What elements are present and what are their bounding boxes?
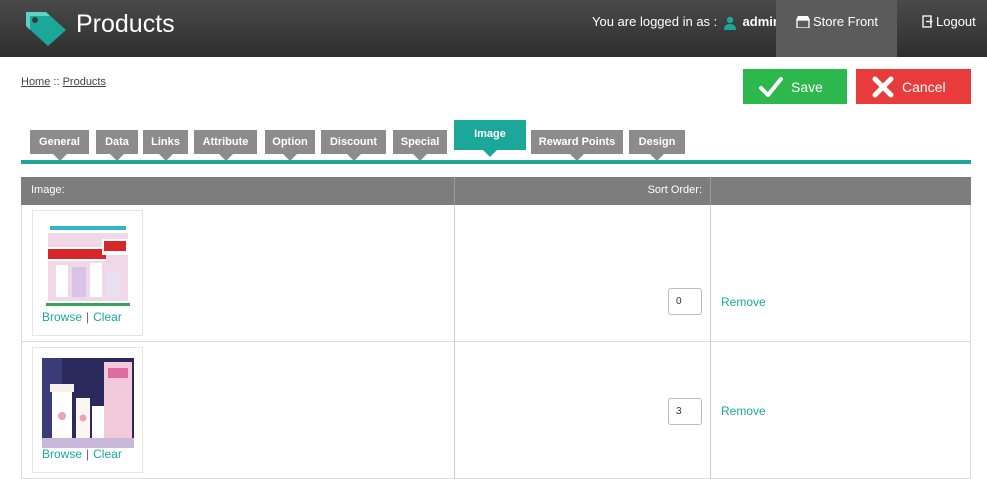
sort-order-input[interactable]: 0 bbox=[668, 288, 702, 315]
store-front-label: Store Front bbox=[813, 14, 879, 29]
price-tag-logo-icon bbox=[26, 12, 66, 46]
clear-link[interactable]: Clear bbox=[93, 447, 122, 461]
tab-reward-points[interactable]: Reward Points bbox=[531, 130, 623, 161]
column-divider bbox=[710, 205, 711, 342]
logged-in-info: You are logged in as : admin bbox=[592, 14, 781, 30]
thumbnail-actions: Browse | Clear bbox=[42, 447, 122, 461]
link-separator: | bbox=[86, 447, 90, 461]
user-icon bbox=[723, 16, 736, 30]
column-header-sort-order: Sort Order: bbox=[647, 184, 702, 196]
remove-link[interactable]: Remove bbox=[721, 295, 766, 309]
tab-discount[interactable]: Discount bbox=[321, 130, 386, 161]
tab-data[interactable]: Data bbox=[96, 130, 138, 161]
save-label: Save bbox=[791, 78, 823, 95]
column-header-image: Image: bbox=[31, 184, 65, 196]
logout-link[interactable]: Logout bbox=[897, 0, 987, 57]
tabs-underline bbox=[21, 160, 971, 164]
tab-links[interactable]: Links bbox=[143, 130, 188, 161]
tab-design[interactable]: Design bbox=[629, 130, 685, 161]
breadcrumb-products[interactable]: Products bbox=[63, 76, 106, 88]
save-button[interactable]: Save bbox=[743, 69, 847, 104]
logout-icon bbox=[922, 15, 933, 28]
tab-image[interactable]: Image bbox=[454, 120, 526, 157]
product-tabs: General Data Links Attribute Option Disc… bbox=[21, 120, 971, 164]
store-front-link[interactable]: Store Front bbox=[776, 0, 897, 57]
thumbnail-actions: Browse | Clear bbox=[42, 310, 122, 324]
header-divider bbox=[454, 177, 455, 205]
cancel-button[interactable]: Cancel bbox=[856, 69, 971, 104]
cancel-label: Cancel bbox=[902, 78, 946, 95]
product-image[interactable] bbox=[42, 221, 134, 311]
tab-special[interactable]: Special bbox=[393, 130, 447, 161]
store-icon bbox=[796, 16, 810, 29]
table-header: Image: Sort Order: bbox=[21, 177, 971, 205]
browse-link[interactable]: Browse bbox=[42, 447, 82, 461]
table-row: Browse | Clear 3 Remove bbox=[21, 342, 971, 479]
checkmark-icon bbox=[759, 76, 783, 97]
breadcrumb-separator: :: bbox=[50, 76, 63, 88]
tab-general[interactable]: General bbox=[30, 130, 89, 161]
column-divider bbox=[454, 205, 455, 342]
close-icon bbox=[872, 76, 894, 97]
column-divider bbox=[454, 342, 455, 479]
table-row: Browse | Clear 0 Remove bbox=[21, 205, 971, 342]
tab-attribute[interactable]: Attribute bbox=[194, 130, 257, 161]
logged-in-label: You are logged in as : bbox=[592, 14, 718, 29]
page-title: Products bbox=[76, 10, 175, 38]
product-image[interactable] bbox=[42, 358, 134, 448]
sort-order-input[interactable]: 3 bbox=[668, 398, 702, 425]
column-divider bbox=[710, 342, 711, 479]
image-thumbnail-box: Browse | Clear bbox=[32, 210, 143, 336]
breadcrumb-home[interactable]: Home bbox=[21, 76, 50, 88]
tab-option[interactable]: Option bbox=[265, 130, 315, 161]
image-thumbnail-box: Browse | Clear bbox=[32, 347, 143, 473]
top-header: Products You are logged in as : admin St… bbox=[0, 0, 987, 57]
link-separator: | bbox=[86, 310, 90, 324]
clear-link[interactable]: Clear bbox=[93, 310, 122, 324]
browse-link[interactable]: Browse bbox=[42, 310, 82, 324]
logout-label: Logout bbox=[936, 14, 976, 29]
image-table: Image: Sort Order: Browse | Clear 0 Remo… bbox=[21, 177, 971, 479]
remove-link[interactable]: Remove bbox=[721, 404, 766, 418]
breadcrumb: Home :: Products bbox=[21, 76, 106, 88]
header-divider bbox=[710, 177, 711, 205]
